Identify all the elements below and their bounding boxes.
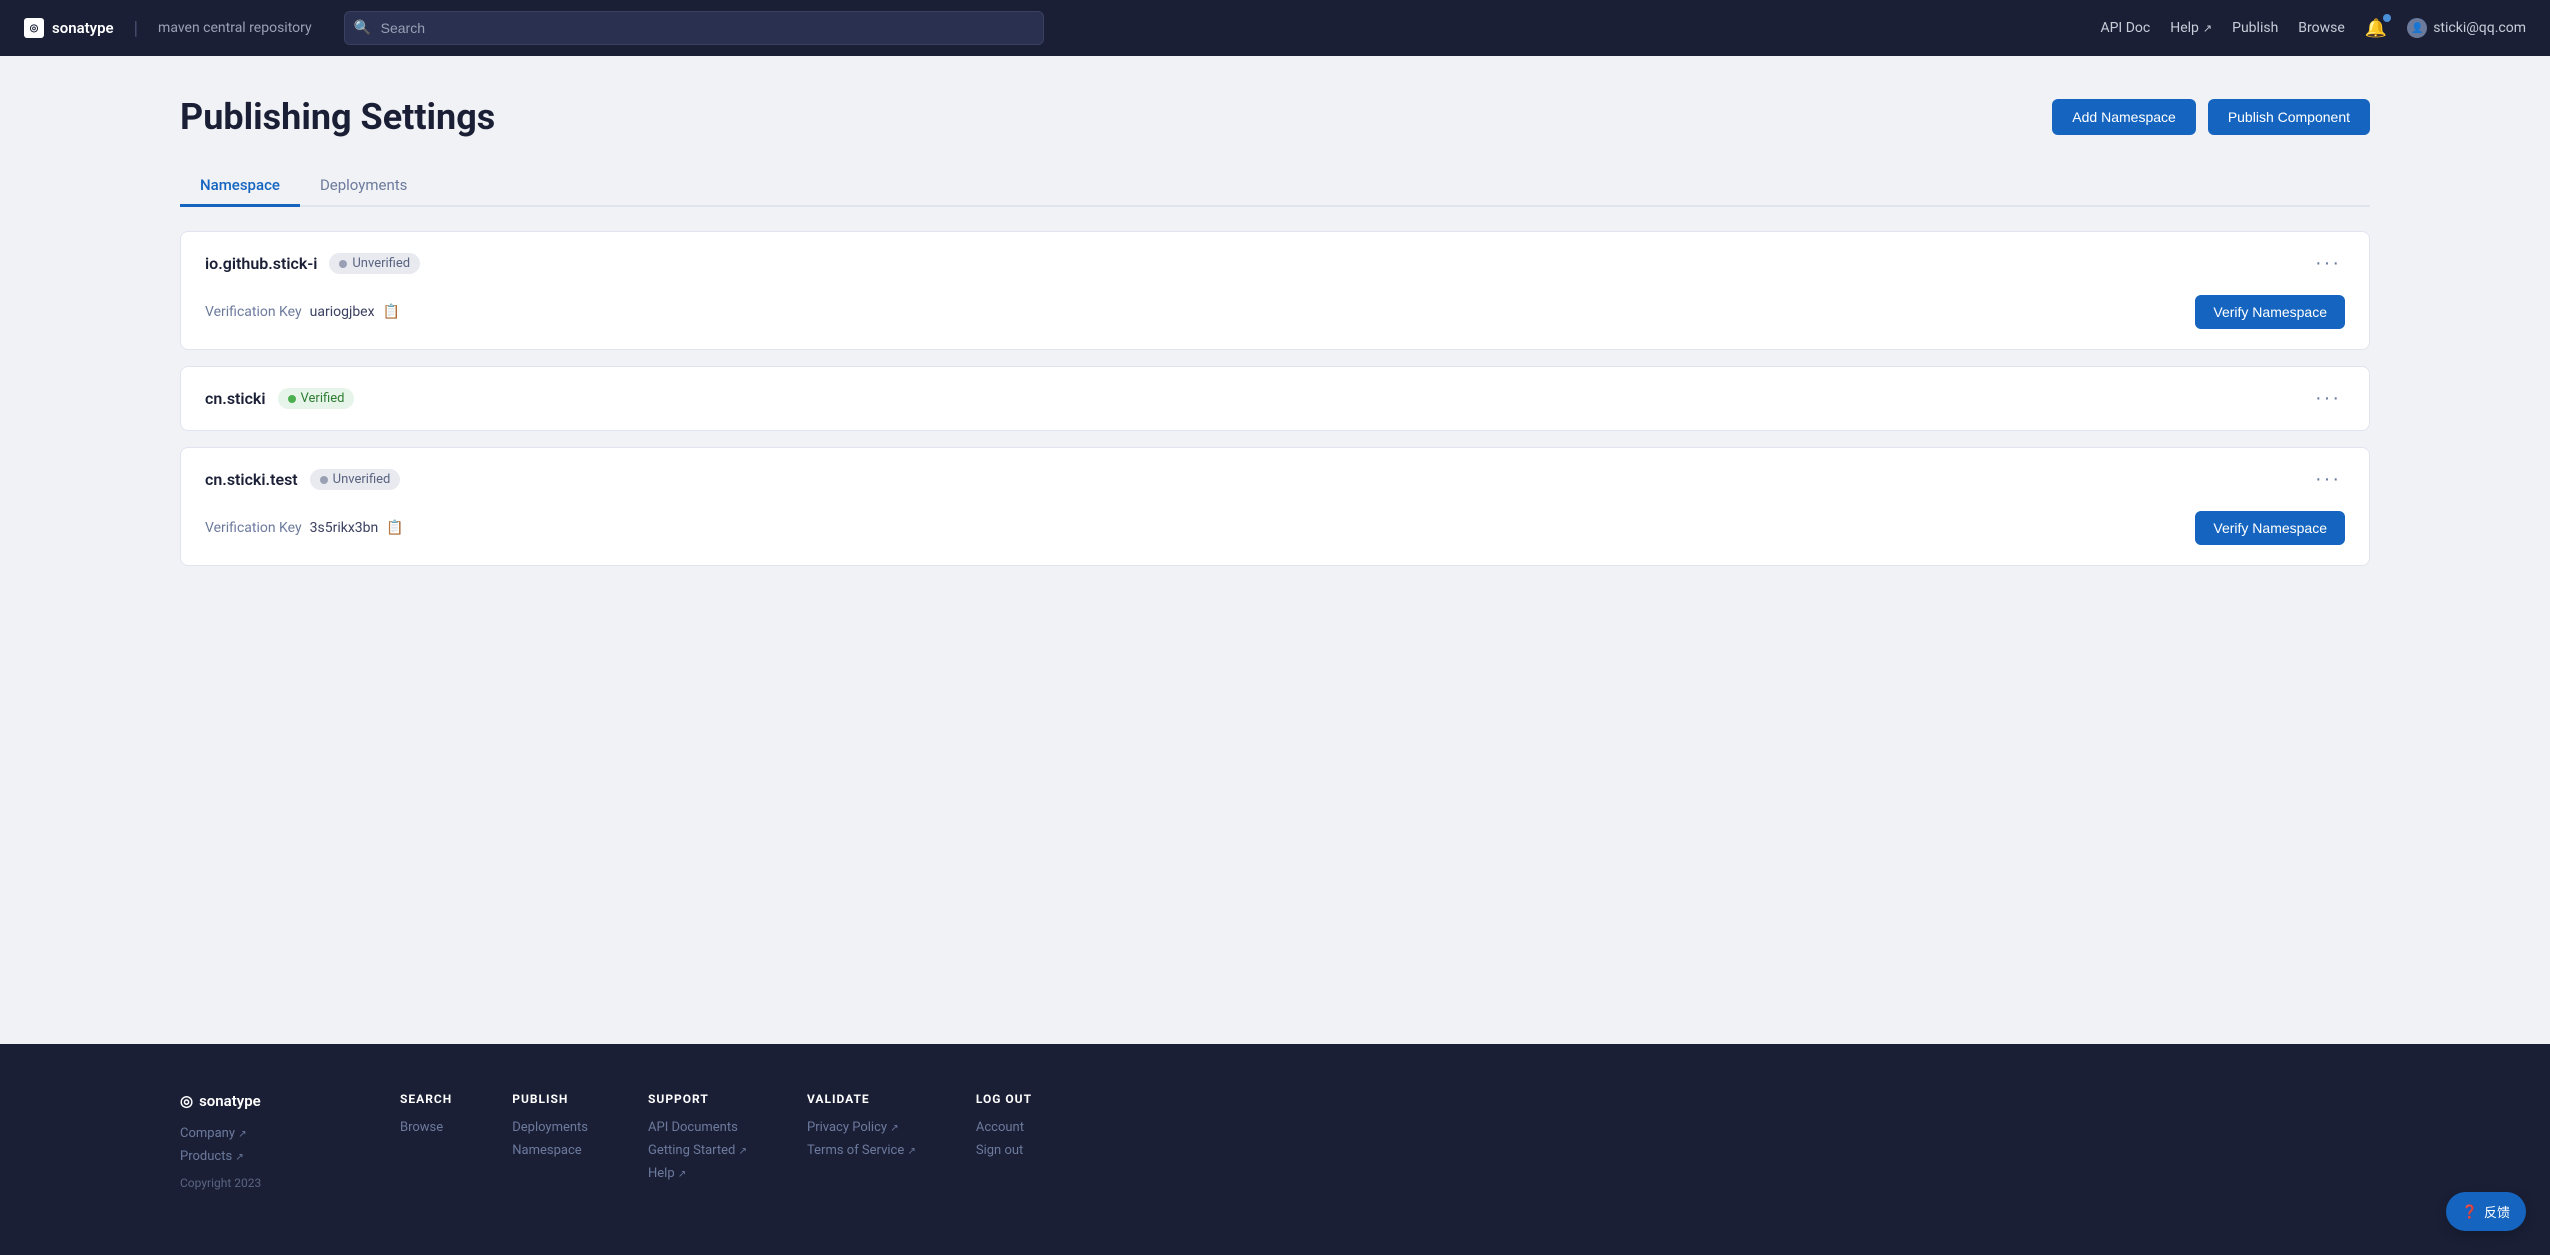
feedback-label: 反馈 — [2484, 1202, 2510, 1221]
tab-namespace[interactable]: Namespace — [180, 166, 300, 207]
avatar: 👤 — [2407, 18, 2427, 38]
status-badge: Verified — [278, 388, 355, 409]
namespace-card: io.github.stick-i Unverified ··· Verific… — [180, 231, 2370, 350]
namespace-header: cn.sticki.test Unverified ··· — [181, 448, 2369, 511]
footer: ◎ sonatype Company ↗ Products ↗ Copyrigh… — [0, 1044, 2550, 1255]
navbar: ◎ sonatype | maven central repository 🔍 … — [0, 0, 2550, 56]
verification-key: Verification Key uariogjbex 📋 — [205, 304, 400, 320]
status-badge: Unverified — [310, 469, 401, 490]
status-dot — [320, 476, 328, 484]
namespace-card: cn.sticki.test Unverified ··· Verificati… — [180, 447, 2370, 566]
verification-key: Verification Key 3s5rikx3bn 📋 — [205, 520, 404, 536]
footer-brand: ◎ sonatype — [180, 1092, 320, 1110]
more-options-button[interactable]: ··· — [2311, 252, 2345, 275]
nav-api-doc[interactable]: API Doc — [2100, 20, 2150, 36]
main-content: Publishing Settings Add Namespace Publis… — [0, 56, 2550, 1044]
page-title: Publishing Settings — [180, 96, 495, 138]
footer-col-support: SUPPORT API Documents Getting Started ↗ … — [648, 1092, 747, 1191]
search-input[interactable] — [344, 11, 1044, 45]
more-options-button[interactable]: ··· — [2311, 387, 2345, 410]
brand-name: sonatype — [52, 19, 114, 37]
footer-col-validate: VALIDATE Privacy Policy ↗ Terms of Servi… — [807, 1092, 916, 1191]
footer-col-search: SEARCH Browse — [400, 1092, 452, 1191]
namespace-name: cn.sticki — [205, 389, 266, 408]
notifications-bell[interactable]: 🔔 — [2365, 18, 2387, 39]
namespace-list: io.github.stick-i Unverified ··· Verific… — [180, 231, 2370, 566]
namespace-header: cn.sticki Verified ··· — [181, 367, 2369, 430]
footer-api-docs-link[interactable]: API Documents — [648, 1120, 747, 1135]
footer-grid: ◎ sonatype Company ↗ Products ↗ Copyrigh… — [180, 1092, 2370, 1191]
brand-logo[interactable]: ◎ sonatype — [24, 18, 114, 38]
footer-namespace-link[interactable]: Namespace — [512, 1143, 588, 1158]
footer-account-link[interactable]: Account — [976, 1120, 1032, 1135]
tabs: Namespace Deployments — [180, 166, 2370, 207]
add-namespace-button[interactable]: Add Namespace — [2052, 99, 2196, 135]
namespace-name-row: io.github.stick-i Unverified — [205, 253, 420, 274]
footer-getting-started-link[interactable]: Getting Started ↗ — [648, 1143, 747, 1158]
namespace-name-row: cn.sticki Verified — [205, 388, 354, 409]
navbar-subtitle: maven central repository — [158, 20, 312, 36]
verify-namespace-button[interactable]: Verify Namespace — [2195, 511, 2345, 545]
sonatype-logo-icon: ◎ — [24, 18, 44, 38]
publish-component-button[interactable]: Publish Component — [2208, 99, 2370, 135]
feedback-icon: ❓ — [2462, 1204, 2478, 1220]
namespace-body: Verification Key uariogjbex 📋 Verify Nam… — [181, 295, 2369, 349]
footer-brand-col: ◎ sonatype Company ↗ Products ↗ Copyrigh… — [180, 1092, 340, 1191]
namespace-header: io.github.stick-i Unverified ··· — [181, 232, 2369, 295]
feedback-button[interactable]: ❓ 反馈 — [2446, 1192, 2526, 1231]
namespace-name-row: cn.sticki.test Unverified — [205, 469, 400, 490]
help-external-icon: ↗ — [2203, 22, 2212, 35]
header-actions: Add Namespace Publish Component — [2052, 99, 2370, 135]
brand-divider: | — [134, 18, 138, 39]
tab-deployments[interactable]: Deployments — [300, 166, 427, 207]
footer-signout-link[interactable]: Sign out — [976, 1143, 1032, 1158]
notification-badge — [2383, 14, 2391, 22]
nav-help[interactable]: Help ↗ — [2170, 20, 2212, 36]
footer-copyright: Copyright 2023 — [180, 1176, 261, 1190]
footer-help-link[interactable]: Help ↗ — [648, 1166, 747, 1181]
namespace-body: Verification Key 3s5rikx3bn 📋 Verify Nam… — [181, 511, 2369, 565]
footer-privacy-link[interactable]: Privacy Policy ↗ — [807, 1120, 916, 1135]
namespace-name: cn.sticki.test — [205, 470, 298, 489]
footer-logo-icon: ◎ — [180, 1092, 193, 1110]
copy-key-icon[interactable]: 📋 — [383, 304, 400, 320]
footer-browse-link[interactable]: Browse — [400, 1120, 452, 1135]
footer-col-logout: LOG OUT Account Sign out — [976, 1092, 1032, 1191]
status-dot — [339, 260, 347, 268]
footer-company-link[interactable]: Company ↗ — [180, 1126, 340, 1141]
footer-tos-link[interactable]: Terms of Service ↗ — [807, 1143, 916, 1158]
status-badge: Unverified — [329, 253, 420, 274]
footer-deployments-link[interactable]: Deployments — [512, 1120, 588, 1135]
more-options-button[interactable]: ··· — [2311, 468, 2345, 491]
footer-products-link[interactable]: Products ↗ — [180, 1149, 340, 1164]
nav-publish[interactable]: Publish — [2232, 20, 2278, 36]
namespace-name: io.github.stick-i — [205, 254, 317, 273]
copy-key-icon[interactable]: 📋 — [386, 520, 403, 536]
user-menu[interactable]: 👤 sticki@qq.com — [2407, 18, 2526, 38]
navbar-links: API Doc Help ↗ Publish Browse 🔔 👤 sticki… — [2100, 18, 2526, 39]
verify-namespace-button[interactable]: Verify Namespace — [2195, 295, 2345, 329]
nav-browse[interactable]: Browse — [2298, 20, 2344, 36]
footer-col-publish: PUBLISH Deployments Namespace — [512, 1092, 588, 1191]
namespace-card: cn.sticki Verified ··· — [180, 366, 2370, 431]
search-container: 🔍 — [344, 11, 1044, 45]
user-email: sticki@qq.com — [2433, 20, 2526, 36]
search-icon: 🔍 — [354, 20, 371, 36]
page-header: Publishing Settings Add Namespace Publis… — [180, 96, 2370, 138]
status-dot — [288, 395, 296, 403]
